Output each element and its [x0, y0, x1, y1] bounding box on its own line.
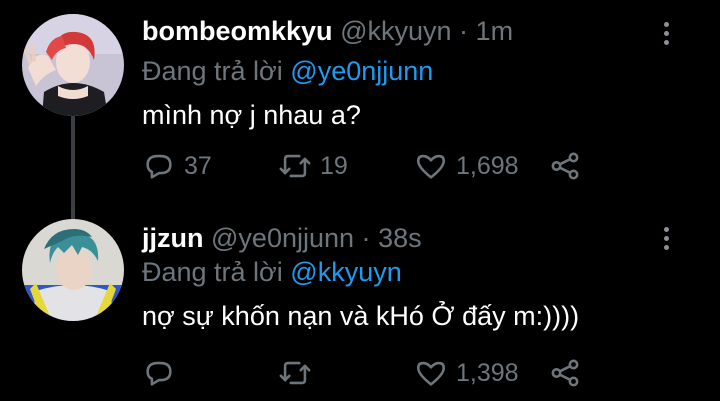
retweet-icon: [279, 361, 311, 385]
replying-to-label: Đang trả lời: [142, 257, 283, 287]
tweet[interactable]: bombeomkkyu @kkyuyn · 1m Đang trả lời @y…: [0, 0, 720, 219]
replying-to-handle[interactable]: @ye0njjunn: [290, 56, 433, 86]
user-handle[interactable]: @ye0njjunn: [211, 223, 354, 253]
reply-icon: [146, 361, 172, 386]
reply-button[interactable]: [142, 353, 184, 393]
separator-dot: ·: [459, 16, 469, 46]
retweet-count: 19: [320, 151, 348, 180]
like-button[interactable]: 1,398: [414, 353, 519, 393]
tweet-actions: 37 19 1,698: [142, 146, 602, 186]
more-icon[interactable]: [664, 227, 672, 254]
reply-button[interactable]: 37: [142, 146, 212, 186]
like-icon: [416, 361, 446, 386]
replying-to: Đang trả lời @kkyuyn: [142, 257, 402, 288]
display-name[interactable]: jjzun: [142, 223, 204, 253]
thread-connector: [71, 116, 75, 219]
user-handle[interactable]: @kkyuyn: [340, 16, 451, 46]
like-button[interactable]: 1,698: [414, 146, 519, 186]
like-count: 1,398: [456, 358, 519, 387]
share-icon: [551, 359, 579, 387]
reply-icon: [146, 154, 172, 179]
timestamp[interactable]: 38s: [378, 223, 422, 253]
replying-to-label: Đang trả lời: [142, 56, 283, 86]
display-name[interactable]: bombeomkkyu: [142, 16, 333, 46]
tweet[interactable]: jjzun @ye0njjunn · 38s Đang trả lời @kky…: [0, 205, 720, 401]
avatar[interactable]: [22, 14, 124, 116]
tweet-actions: 1,398: [142, 353, 602, 393]
replying-to-handle[interactable]: @kkyuyn: [290, 257, 401, 287]
share-button[interactable]: [548, 146, 582, 186]
reply-count: 37: [184, 151, 212, 180]
more-icon[interactable]: [664, 22, 672, 49]
tweet-text: mình nợ j nhau a?: [142, 100, 361, 130]
share-button[interactable]: [548, 353, 582, 393]
tweet-header: bombeomkkyu @kkyuyn · 1m: [142, 16, 513, 47]
like-icon: [416, 154, 446, 179]
retweet-icon: [279, 154, 311, 178]
like-count: 1,698: [456, 151, 519, 180]
avatar[interactable]: [22, 219, 124, 321]
share-icon: [551, 152, 579, 180]
replying-to: Đang trả lời @ye0njjunn: [142, 56, 433, 87]
timestamp[interactable]: 1m: [476, 16, 514, 46]
separator-dot: ·: [361, 223, 371, 253]
retweet-button[interactable]: [278, 353, 320, 393]
retweet-button[interactable]: 19: [278, 146, 348, 186]
tweet-header: jjzun @ye0njjunn · 38s: [142, 223, 422, 254]
tweet-text: nợ sự khốn nạn và kHó Ở đấy m:)))): [142, 301, 580, 331]
